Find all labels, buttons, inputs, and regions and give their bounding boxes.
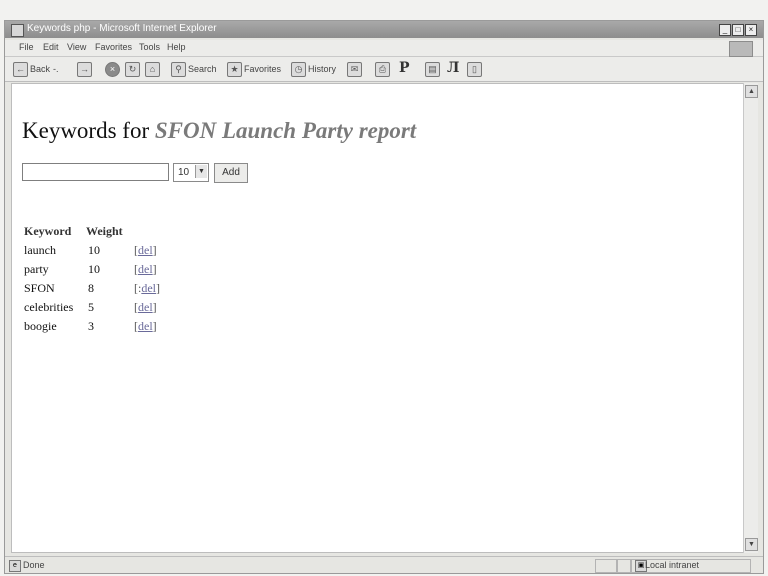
status-text: Done bbox=[23, 560, 45, 570]
menu-view[interactable]: View bbox=[67, 42, 86, 52]
back-label: Back bbox=[30, 64, 51, 74]
weight-cell: 8 bbox=[88, 281, 94, 295]
status-bar: e Done ▣ Local intranet bbox=[5, 556, 763, 573]
stop-button[interactable]: × bbox=[105, 61, 122, 77]
weight-cell: 10 bbox=[88, 262, 100, 276]
keyword-cell: launch bbox=[24, 243, 56, 257]
delete-link[interactable]: [del] bbox=[134, 300, 157, 315]
keyword-cell: celebrities bbox=[24, 300, 74, 314]
del-link-text[interactable]: del bbox=[138, 300, 153, 314]
forward-icon: → bbox=[77, 61, 92, 77]
menu-file[interactable]: File bbox=[19, 42, 34, 52]
refresh-button[interactable]: ↻ bbox=[125, 61, 142, 77]
discuss-icon: ▯ bbox=[467, 61, 482, 77]
menu-favorites[interactable]: Favorites bbox=[95, 42, 132, 52]
browser-window: Keywords php - Microsoft Internet Explor… bbox=[4, 20, 764, 574]
page-done-icon: e bbox=[9, 560, 21, 572]
ie-page-icon bbox=[11, 24, 24, 37]
back-button[interactable]: ← Back -. bbox=[13, 61, 59, 77]
status-panel bbox=[595, 559, 617, 573]
report-name: SFON Launch Party report bbox=[154, 118, 417, 143]
keyword-cell: party bbox=[24, 262, 49, 276]
p-glyph: P bbox=[399, 60, 410, 76]
menu-edit[interactable]: Edit bbox=[43, 42, 59, 52]
close-button[interactable]: × bbox=[745, 24, 757, 36]
window-title: Keywords php - Microsoft Internet Explor… bbox=[27, 23, 217, 34]
delete-link[interactable]: [del] bbox=[134, 262, 157, 277]
edit-button[interactable]: ▤ bbox=[425, 61, 442, 77]
search-label: Search bbox=[188, 64, 217, 74]
mail-icon: ✉ bbox=[347, 61, 362, 77]
weight-select-value: 10 bbox=[178, 167, 190, 178]
add-button[interactable]: Add bbox=[214, 163, 248, 183]
bracket: ] bbox=[152, 300, 157, 314]
discuss-button[interactable]: ▯ bbox=[467, 61, 484, 77]
delete-link[interactable]: [del] bbox=[134, 319, 157, 334]
keyword-cell: boogie bbox=[24, 319, 57, 333]
weight-column-header: Weight bbox=[86, 224, 123, 238]
weight-select[interactable]: 10 ▼ bbox=[173, 163, 209, 182]
forward-button[interactable]: → bbox=[77, 61, 94, 77]
bracket: ] bbox=[152, 243, 157, 257]
windows-logo-icon bbox=[729, 41, 753, 57]
refresh-icon: ↻ bbox=[125, 61, 140, 77]
back-dropdown[interactable]: -. bbox=[53, 64, 59, 74]
title-bar: Keywords php - Microsoft Internet Explor… bbox=[5, 21, 763, 38]
history-label: History bbox=[308, 64, 337, 74]
history-icon: ◷ bbox=[291, 61, 306, 77]
heading-prefix: Keywords for bbox=[22, 118, 150, 143]
chevron-down-icon[interactable]: ▼ bbox=[195, 165, 207, 178]
print-button[interactable]: ⎙ bbox=[375, 61, 392, 77]
favorites-label: Favorites bbox=[244, 64, 282, 74]
weight-cell: 5 bbox=[88, 300, 94, 314]
scroll-up-icon[interactable]: ▲ bbox=[745, 85, 758, 98]
weight-cell: 3 bbox=[88, 319, 94, 333]
edit-icon: ▤ bbox=[425, 61, 440, 77]
maximize-button[interactable]: □ bbox=[732, 24, 744, 36]
menu-help[interactable]: Help bbox=[167, 42, 186, 52]
bracket: ] bbox=[156, 281, 161, 295]
weight-cell: 10 bbox=[88, 243, 100, 257]
favorites-icon: ★ bbox=[227, 61, 242, 77]
delete-link[interactable]: [:del] bbox=[134, 281, 160, 296]
toolbar: ← Back -. → × ↻ ⌂ ⚲ Search ★ Favorites ◷… bbox=[5, 57, 763, 82]
menu-bar: File Edit View Favorites Tools Help bbox=[5, 40, 763, 57]
menu-tools[interactable]: Tools bbox=[139, 42, 160, 52]
page-content: Keywords for SFON Launch Party report 10… bbox=[11, 83, 744, 553]
bracket: ] bbox=[152, 319, 157, 333]
stop-icon: × bbox=[105, 61, 120, 77]
minimize-button[interactable]: _ bbox=[719, 24, 731, 36]
search-button[interactable]: ⚲ Search bbox=[171, 61, 217, 77]
scroll-down-icon[interactable]: ▼ bbox=[745, 538, 758, 551]
vertical-scrollbar[interactable]: ▲ ▼ bbox=[743, 83, 758, 553]
pi-glyph: Л bbox=[447, 60, 460, 76]
print-icon: ⎙ bbox=[375, 61, 390, 77]
keyword-cell: SFON bbox=[24, 281, 55, 295]
history-button[interactable]: ◷ History bbox=[291, 61, 336, 77]
search-icon: ⚲ bbox=[171, 61, 186, 77]
bracket: ] bbox=[152, 262, 157, 276]
favorites-button[interactable]: ★ Favorites bbox=[227, 61, 281, 77]
back-icon: ← bbox=[13, 61, 28, 77]
zone-text: Local intranet bbox=[645, 560, 700, 570]
del-link-text[interactable]: del bbox=[138, 262, 153, 276]
del-link-text[interactable]: del bbox=[138, 319, 153, 333]
keyword-input[interactable] bbox=[22, 163, 169, 181]
mail-button[interactable]: ✉ bbox=[347, 61, 364, 77]
keyword-column-header: Keyword bbox=[24, 224, 72, 238]
delete-link[interactable]: [del] bbox=[134, 243, 157, 258]
del-link-text[interactable]: del bbox=[138, 243, 153, 257]
page-title: Keywords for SFON Launch Party report bbox=[22, 118, 416, 144]
del-link-text[interactable]: del bbox=[141, 281, 156, 295]
status-panel bbox=[617, 559, 631, 573]
home-button[interactable]: ⌂ bbox=[145, 61, 162, 77]
home-icon: ⌂ bbox=[145, 61, 160, 77]
